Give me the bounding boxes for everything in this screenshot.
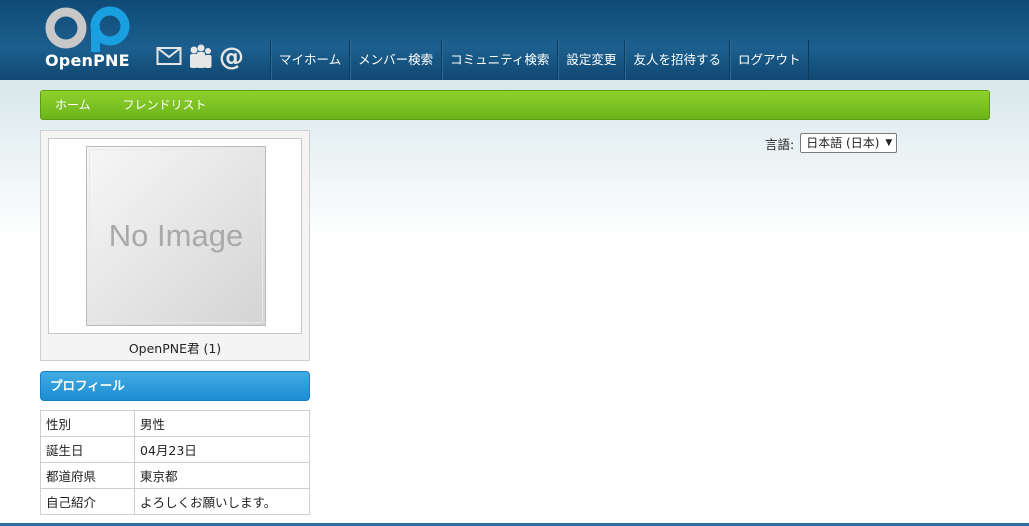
profile-value: 04月23日 bbox=[134, 436, 310, 463]
language-selector: 言語: 日本語 (日本) ▼ bbox=[765, 133, 898, 153]
nav-invite-friend[interactable]: 友人を招待する bbox=[624, 40, 729, 80]
table-row: 自己紹介 よろしくお願いします。 bbox=[40, 488, 310, 515]
profile-section-header: プロフィール bbox=[40, 371, 310, 401]
top-header: OpenPNE @ マイホーム メンバー検索 コミュニティ検索 設定変更 友人を… bbox=[0, 0, 1029, 80]
global-nav: マイホーム メンバー検索 コミュニティ検索 設定変更 友人を招待する ログアウト bbox=[270, 40, 810, 80]
language-selected-value: 日本語 (日本) bbox=[806, 136, 880, 150]
profile-key: 性別 bbox=[40, 410, 135, 437]
subnav-friend-list-link[interactable]: フレンドリスト bbox=[122, 91, 206, 119]
nav-community-search[interactable]: コミュニティ検索 bbox=[441, 40, 557, 80]
table-row: 誕生日 04月23日 bbox=[40, 436, 310, 463]
sub-nav-bar: ホーム フレンドリスト bbox=[40, 90, 990, 120]
dropdown-arrow-icon: ▼ bbox=[885, 138, 893, 148]
profile-value: よろしくお願いします。 bbox=[134, 488, 310, 515]
profile-photo-box: No Image OpenPNE君 (1) bbox=[40, 130, 310, 361]
nav-member-search[interactable]: メンバー検索 bbox=[349, 40, 441, 80]
subnav-home-link[interactable]: ホーム bbox=[55, 91, 91, 119]
no-image-placeholder[interactable]: No Image bbox=[86, 146, 266, 326]
profile-table: 性別 男性 誕生日 04月23日 都道府県 東京都 自己紹介 よろしくお願いしま… bbox=[40, 410, 310, 515]
language-select[interactable]: 日本語 (日本) ▼ bbox=[800, 133, 898, 153]
nav-logout[interactable]: ログアウト bbox=[728, 40, 810, 80]
profile-key: 誕生日 bbox=[40, 436, 135, 463]
photo-frame: No Image bbox=[48, 138, 302, 334]
at-icon[interactable]: @ bbox=[218, 42, 246, 71]
table-row: 性別 男性 bbox=[40, 410, 310, 437]
nav-myhome[interactable]: マイホーム bbox=[270, 40, 349, 80]
svg-text:@: @ bbox=[219, 42, 244, 70]
profile-title: プロフィール bbox=[50, 378, 125, 393]
friends-icon[interactable] bbox=[186, 42, 214, 70]
mail-icon[interactable] bbox=[156, 42, 182, 70]
profile-value: 男性 bbox=[134, 410, 310, 437]
table-row: 都道府県 東京都 bbox=[40, 462, 310, 489]
header-icons: @ bbox=[156, 42, 246, 71]
no-image-text: No Image bbox=[89, 149, 263, 323]
logo-text: OpenPNE bbox=[45, 51, 130, 70]
profile-key: 都道府県 bbox=[40, 462, 135, 489]
member-name: OpenPNE君 (1) bbox=[128, 341, 222, 356]
profile-key: 自己紹介 bbox=[40, 488, 135, 515]
nav-settings[interactable]: 設定変更 bbox=[557, 40, 624, 80]
language-label: 言語: bbox=[765, 136, 795, 152]
profile-value: 東京都 bbox=[134, 462, 310, 489]
